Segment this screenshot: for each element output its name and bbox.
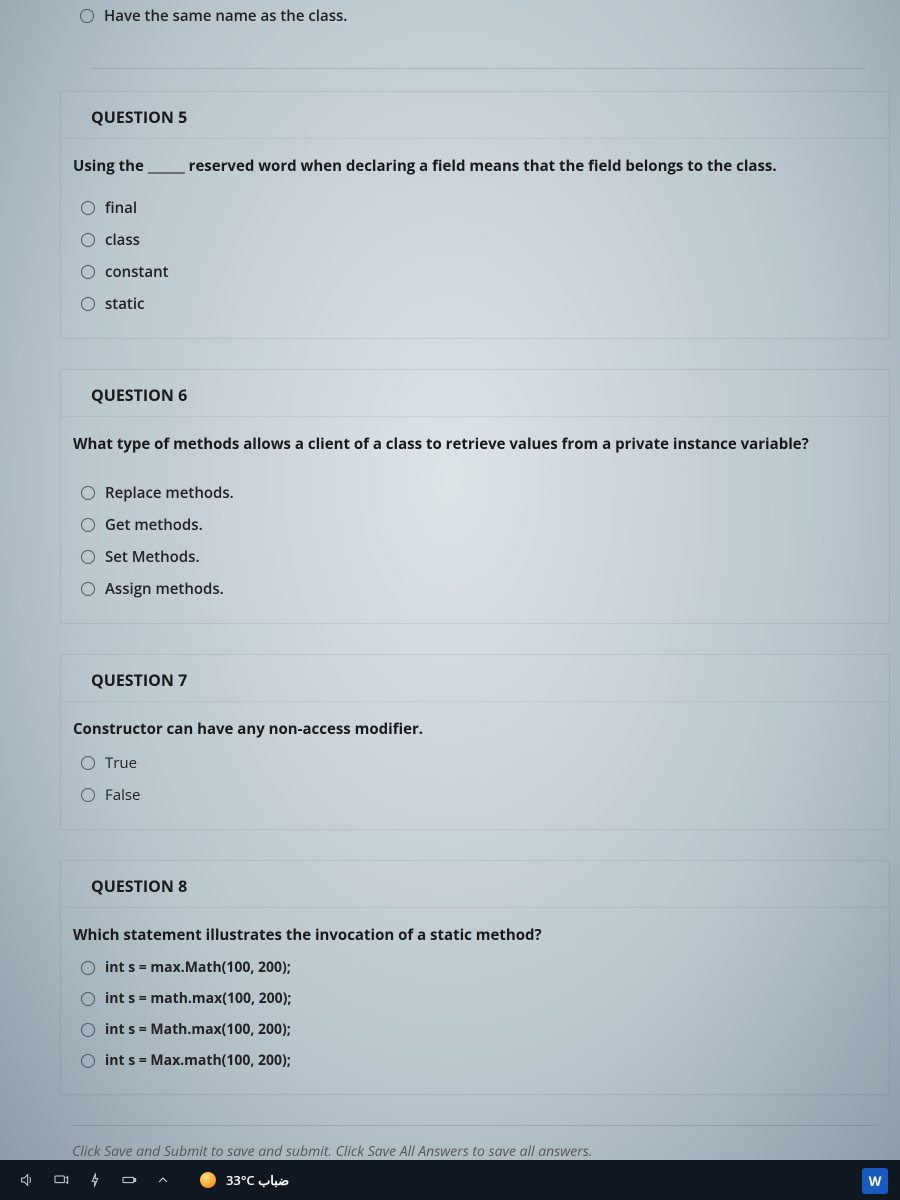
option-label: static bbox=[105, 294, 145, 314]
question-options: Replace methods. Get methods. Set Method… bbox=[61, 477, 889, 605]
q6-option-assign[interactable]: Assign methods. bbox=[81, 573, 877, 605]
radio-icon bbox=[81, 550, 95, 564]
radio-icon bbox=[81, 1054, 95, 1068]
question-title: QUESTION 7 bbox=[61, 655, 889, 702]
option-label: False bbox=[105, 785, 140, 805]
power-icon[interactable] bbox=[84, 1169, 106, 1191]
option-label: int s = max.Math(100, 200); bbox=[105, 958, 291, 977]
q5-option-static[interactable]: static bbox=[81, 288, 877, 320]
radio-icon bbox=[81, 582, 95, 596]
q8-option-c[interactable]: int s = Math.max(100, 200); bbox=[81, 1014, 877, 1045]
q6-option-replace[interactable]: Replace methods. bbox=[81, 477, 877, 509]
radio-icon bbox=[81, 518, 95, 532]
question-options: final class constant static bbox=[61, 192, 889, 320]
option-label: int s = math.max(100, 200); bbox=[105, 989, 291, 1008]
radio-icon bbox=[81, 486, 95, 500]
radio-icon bbox=[81, 233, 95, 247]
quiz-screen: Have the same name as the class. QUESTIO… bbox=[0, 0, 900, 1200]
divider bbox=[92, 68, 866, 69]
radio-icon bbox=[81, 756, 95, 770]
question-7: QUESTION 7 Constructor can have any non-… bbox=[60, 654, 890, 830]
question-prompt: What type of methods allows a client of … bbox=[61, 429, 889, 470]
q6-option-get[interactable]: Get methods. bbox=[81, 509, 877, 541]
question-title: QUESTION 6 bbox=[61, 370, 889, 417]
question-options: True False bbox=[61, 747, 889, 811]
q6-option-set[interactable]: Set Methods. bbox=[81, 541, 877, 573]
option-label: Assign methods. bbox=[105, 579, 224, 599]
radio-icon bbox=[81, 992, 95, 1006]
battery-icon[interactable] bbox=[118, 1169, 140, 1191]
weather-sun-icon bbox=[200, 1172, 216, 1188]
radio-icon bbox=[81, 265, 95, 279]
divider bbox=[72, 1125, 878, 1126]
question-title: QUESTION 8 bbox=[61, 861, 889, 908]
radio-icon bbox=[80, 9, 94, 23]
radio-icon bbox=[81, 297, 95, 311]
q5-option-class[interactable]: class bbox=[81, 224, 877, 256]
word-app-icon[interactable]: W bbox=[862, 1168, 888, 1194]
radio-icon bbox=[81, 1023, 95, 1037]
q7-option-false[interactable]: False bbox=[81, 779, 877, 811]
question-prompt: Which statement illustrates the invocati… bbox=[61, 920, 889, 953]
option-label: int s = Math.max(100, 200); bbox=[105, 1020, 291, 1039]
q8-option-b[interactable]: int s = math.max(100, 200); bbox=[81, 983, 877, 1014]
network-icon[interactable] bbox=[50, 1169, 72, 1191]
q4-partial: Have the same name as the class. bbox=[60, 0, 890, 77]
option-label: Set Methods. bbox=[105, 547, 200, 567]
option-label: final bbox=[105, 198, 137, 218]
option-label: int s = Max.math(100, 200); bbox=[105, 1051, 291, 1070]
question-5: QUESTION 5 Using the ______ reserved wor… bbox=[60, 91, 890, 339]
sound-icon[interactable] bbox=[16, 1169, 38, 1191]
q8-option-a[interactable]: int s = max.Math(100, 200); bbox=[81, 952, 877, 983]
option-label: True bbox=[105, 753, 137, 773]
option-label: Have the same name as the class. bbox=[104, 6, 347, 26]
weather-widget[interactable]: 33°C ضباب bbox=[200, 1171, 289, 1189]
radio-icon bbox=[81, 788, 95, 802]
taskbar: 33°C ضباب W bbox=[0, 1160, 900, 1200]
question-title: QUESTION 5 bbox=[61, 92, 889, 139]
weather-text: 33°C ضباب bbox=[226, 1171, 289, 1189]
radio-icon bbox=[81, 961, 95, 975]
question-options: int s = max.Math(100, 200); int s = math… bbox=[61, 952, 889, 1076]
q4-option[interactable]: Have the same name as the class. bbox=[80, 0, 878, 32]
chevron-up-icon[interactable] bbox=[152, 1169, 174, 1191]
radio-icon bbox=[81, 201, 95, 215]
question-8: QUESTION 8 Which statement illustrates t… bbox=[60, 860, 890, 1096]
question-6: QUESTION 6 What type of methods allows a… bbox=[60, 369, 890, 625]
q7-option-true[interactable]: True bbox=[81, 747, 877, 779]
question-prompt: Constructor can have any non-access modi… bbox=[61, 714, 889, 747]
option-label: Replace methods. bbox=[105, 483, 234, 503]
option-label: Get methods. bbox=[105, 515, 203, 535]
q5-option-constant[interactable]: constant bbox=[81, 256, 877, 288]
q5-option-final[interactable]: final bbox=[81, 192, 877, 224]
question-prompt: Using the ______ reserved word when decl… bbox=[61, 151, 889, 192]
option-label: constant bbox=[105, 262, 169, 282]
q8-option-d[interactable]: int s = Max.math(100, 200); bbox=[81, 1045, 877, 1076]
word-label: W bbox=[869, 1172, 882, 1190]
option-label: class bbox=[105, 230, 140, 250]
